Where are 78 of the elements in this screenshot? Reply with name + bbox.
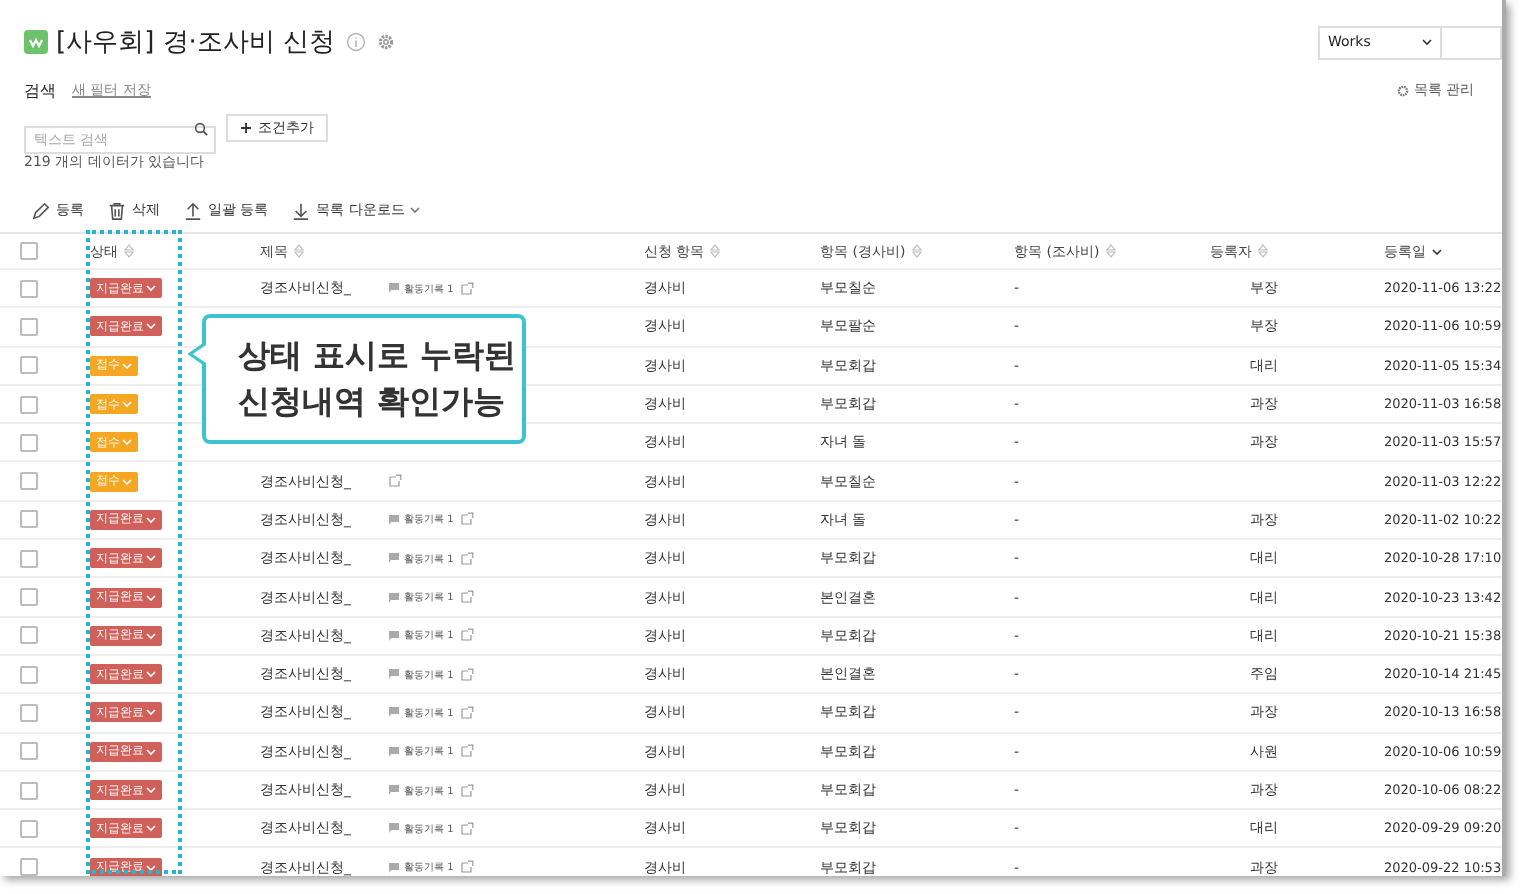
open-window-icon[interactable] [459, 860, 474, 875]
search-label: 검색 [24, 79, 56, 101]
chevron-down-icon [146, 284, 156, 293]
row-checkbox[interactable] [20, 433, 38, 452]
chevron-down-icon [146, 824, 156, 833]
callout-text: 신청내역 확인가능 [238, 380, 508, 422]
chevron-down-icon [146, 747, 156, 756]
open-window-icon[interactable] [459, 705, 474, 720]
flag-icon [388, 706, 400, 719]
chevron-down-icon [146, 670, 156, 679]
flag-icon [388, 784, 400, 796]
open-window-icon[interactable] [459, 512, 474, 527]
flag-icon [388, 552, 400, 565]
chevron-down-icon [146, 322, 156, 331]
chevron-down-icon [122, 477, 132, 486]
sort-icon[interactable] [911, 244, 922, 258]
row-checkbox[interactable] [20, 395, 38, 414]
row-checkbox[interactable] [20, 626, 38, 645]
chevron-down-icon [146, 554, 156, 563]
chevron-down-icon [146, 708, 156, 717]
row-checkbox[interactable] [20, 549, 38, 568]
chevron-down-icon [146, 515, 156, 524]
sort-icon[interactable] [710, 244, 721, 258]
open-window-icon[interactable] [459, 281, 474, 296]
info-icon[interactable] [345, 32, 366, 52]
row-checkbox[interactable] [20, 742, 38, 761]
callout-text: 상태 표시로 누락된 [238, 334, 517, 376]
download-icon [292, 201, 311, 219]
open-window-icon[interactable] [459, 551, 474, 566]
sort-icon[interactable] [1105, 244, 1116, 258]
select-all-checkbox[interactable] [20, 242, 38, 260]
flag-icon [388, 629, 400, 642]
flag-icon [388, 513, 400, 526]
settings-icon [1395, 83, 1410, 97]
open-window-icon[interactable] [388, 474, 402, 489]
flag-icon [388, 822, 400, 835]
page-title: [사우회] 경·조사비 신청 [56, 26, 336, 60]
row-checkbox[interactable] [20, 858, 38, 876]
row-checkbox[interactable] [20, 317, 38, 336]
pencil-icon [32, 201, 50, 219]
settings-icon[interactable] [375, 32, 396, 52]
chevron-down-icon [146, 863, 156, 872]
search-input[interactable] [1442, 25, 1502, 59]
sort-icon[interactable] [124, 244, 134, 258]
row-checkbox[interactable] [20, 665, 38, 684]
upload-icon [184, 201, 202, 219]
sort-icon[interactable] [294, 244, 304, 258]
row-checkbox[interactable] [20, 356, 38, 375]
chevron-down-icon [1422, 38, 1432, 46]
chevron-down-icon [122, 438, 132, 447]
trash-icon [108, 201, 126, 219]
open-window-icon[interactable] [459, 783, 474, 797]
chevron-down-icon [122, 361, 132, 370]
row-checkbox[interactable] [20, 510, 38, 529]
chevron-down-icon [146, 631, 156, 640]
caret-icon [410, 206, 421, 214]
search-icon [194, 121, 208, 135]
flag-icon [388, 745, 400, 758]
chevron-down-icon [146, 786, 156, 794]
plus-icon [240, 122, 252, 134]
row-checkbox[interactable] [20, 703, 38, 722]
flag-icon [388, 591, 400, 604]
row-checkbox[interactable] [20, 588, 38, 607]
open-window-icon[interactable] [459, 821, 474, 836]
sort-icon[interactable] [1258, 244, 1268, 258]
row-checkbox[interactable] [20, 279, 38, 298]
row-checkbox[interactable] [20, 819, 38, 838]
flag-icon [388, 668, 400, 681]
chevron-down-icon [146, 593, 156, 602]
app-icon [24, 30, 48, 54]
row-checkbox[interactable] [20, 472, 38, 491]
chevron-down-icon [122, 400, 132, 409]
row-checkbox[interactable] [20, 781, 38, 799]
open-window-icon[interactable] [459, 628, 474, 643]
open-window-icon[interactable] [459, 744, 474, 759]
open-window-icon[interactable] [459, 590, 474, 605]
open-window-icon[interactable] [459, 667, 474, 682]
flag-icon [388, 282, 400, 295]
